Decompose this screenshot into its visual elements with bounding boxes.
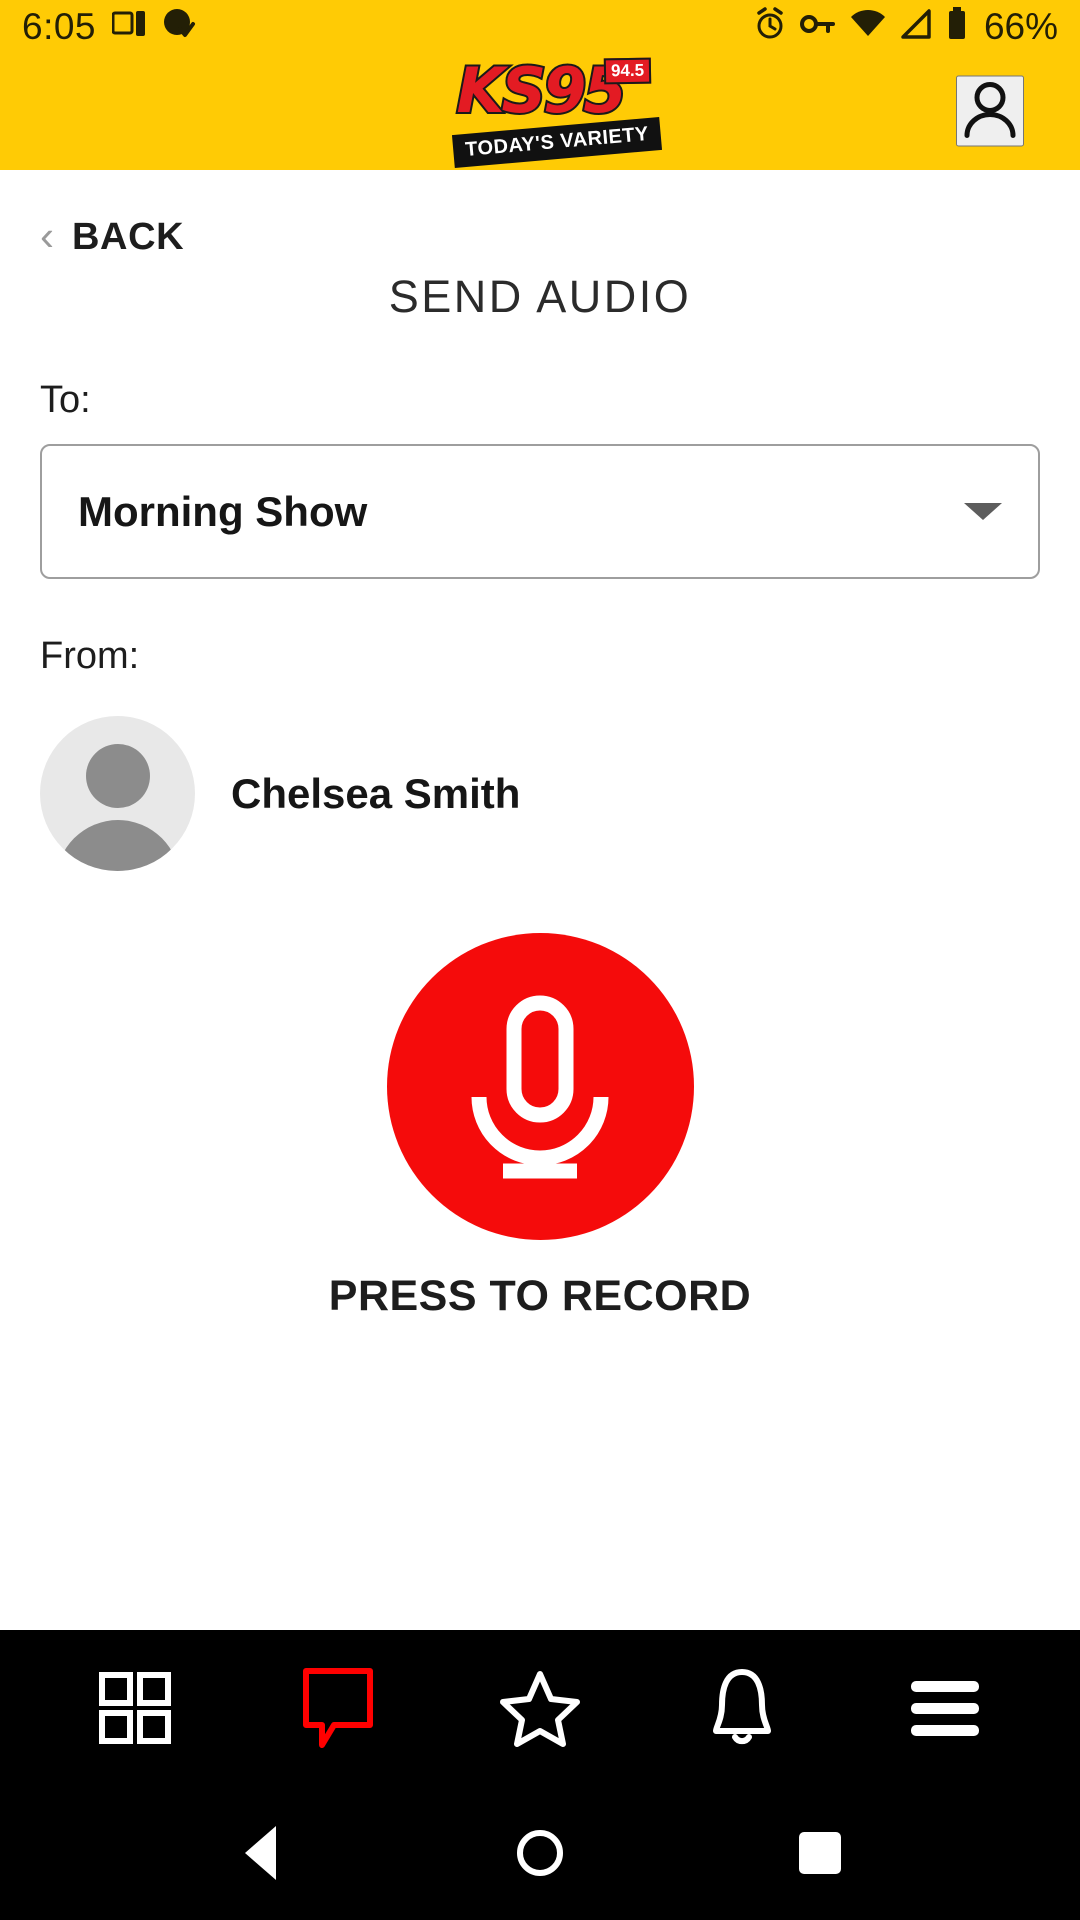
avatar — [40, 716, 195, 871]
bell-icon — [713, 1668, 772, 1744]
ks95-logo[interactable]: KS95 94.5 TODAY'S VARIETY — [425, 54, 663, 169]
system-back-button[interactable] — [205, 1798, 315, 1908]
key-icon — [799, 11, 836, 42]
bottom-nav — [0, 1630, 1080, 1785]
record-section: PRESS TO RECORD — [40, 933, 1040, 1321]
status-bar-left: 6:05 — [22, 7, 196, 46]
battery-percent: 66% — [983, 5, 1058, 47]
alarm-icon — [754, 6, 786, 46]
signal-icon — [900, 8, 932, 44]
chevron-left-icon: ‹ — [40, 211, 54, 259]
wifi-icon — [850, 9, 886, 44]
brand-header: KS95 94.5 TODAY'S VARIETY — [0, 52, 1080, 170]
star-icon — [499, 1670, 580, 1747]
back-button[interactable]: ‹ BACK — [40, 211, 185, 259]
system-nav-bar — [0, 1785, 1080, 1920]
nav-alerts-button[interactable] — [677, 1643, 807, 1773]
status-bar-right: 66% — [754, 5, 1058, 47]
back-button-label: BACK — [72, 216, 185, 258]
avatar-head — [85, 744, 150, 808]
from-label: From: — [40, 635, 140, 677]
status-bar: 6:05 66% — [0, 0, 1080, 52]
record-button-label: PRESS TO RECORD — [328, 1272, 752, 1320]
grid-icon — [99, 1671, 172, 1744]
system-back-icon — [244, 1825, 276, 1880]
logo-frequency-badge: 94.5 — [603, 57, 652, 85]
recipient-select[interactable]: Morning Show — [40, 444, 1040, 579]
battery-icon — [946, 6, 968, 46]
to-label: To: — [40, 379, 91, 421]
nav-grid-button[interactable] — [70, 1643, 200, 1773]
cast-screen-icon — [111, 9, 146, 44]
speech-bubble-icon — [302, 1667, 373, 1748]
nav-menu-button[interactable] — [880, 1643, 1010, 1773]
main-content: ‹ BACK SEND AUDIO To: Morning Show From:… — [0, 170, 1080, 1630]
from-user-row: Chelsea Smith — [40, 716, 1040, 871]
system-home-button[interactable] — [485, 1798, 595, 1908]
from-user-name: Chelsea Smith — [231, 769, 521, 817]
microphone-icon — [471, 995, 609, 1178]
chevron-down-icon — [964, 503, 1002, 520]
status-time: 6:05 — [22, 5, 97, 47]
system-recents-button[interactable] — [765, 1798, 875, 1908]
app-check-icon — [162, 7, 196, 46]
nav-favorites-button[interactable] — [475, 1643, 605, 1773]
recipient-selected-value: Morning Show — [78, 487, 368, 535]
app-screen: 6:05 66% KS95 94.5 TODAY'S VARIETY ‹ BAC… — [0, 0, 1080, 1920]
person-icon — [964, 82, 1016, 138]
press-to-record-button[interactable] — [386, 933, 694, 1240]
avatar-body — [55, 820, 180, 871]
system-recents-icon — [799, 1831, 841, 1874]
logo-wordmark: KS95 — [455, 54, 629, 127]
system-home-icon — [517, 1829, 563, 1876]
account-button[interactable] — [956, 75, 1024, 147]
hamburger-menu-icon — [910, 1680, 979, 1736]
page-title: SEND AUDIO — [388, 271, 692, 322]
nav-messages-button[interactable] — [273, 1643, 403, 1773]
